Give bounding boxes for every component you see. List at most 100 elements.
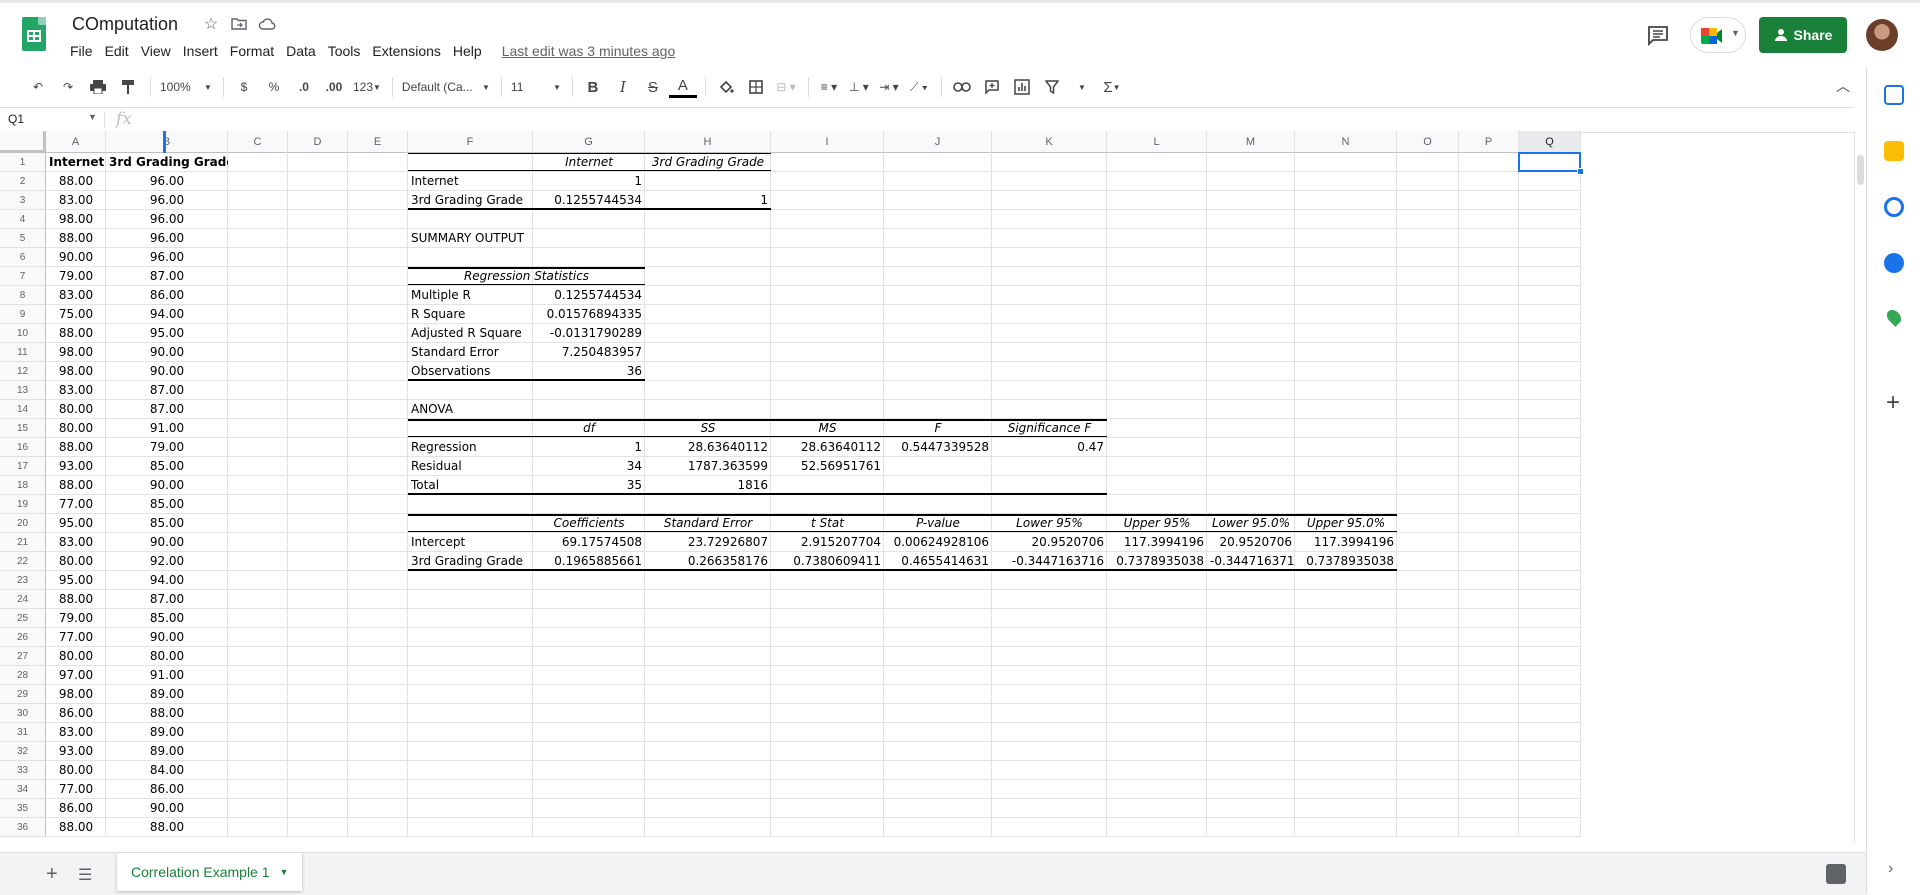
internet-value[interactable]: 83.00 (46, 723, 106, 742)
name-box-caret-icon[interactable]: ▼ (88, 112, 97, 122)
scrollbar-thumb[interactable] (1857, 155, 1864, 185)
avatar[interactable] (1866, 19, 1898, 51)
anova-value[interactable]: 28.63640112 (771, 438, 884, 457)
internet-value[interactable]: 86.00 (46, 704, 106, 723)
internet-value[interactable]: 77.00 (46, 628, 106, 647)
grade-value[interactable]: 92.00 (106, 552, 228, 571)
row-header-4[interactable]: 4 (0, 210, 46, 229)
insert-link-icon[interactable] (948, 75, 976, 99)
row-header-20[interactable]: 20 (0, 514, 46, 533)
text-rotation-icon[interactable]: ⟋ ▾ (905, 75, 933, 99)
internet-value[interactable]: 77.00 (46, 495, 106, 514)
insert-comment-icon[interactable] (978, 75, 1006, 99)
paint-format-icon[interactable] (114, 75, 142, 99)
row-header-10[interactable]: 10 (0, 324, 46, 343)
column-header-m[interactable]: M (1207, 131, 1295, 153)
spreadsheet-grid[interactable]: A B C D E F G H I J K L M N O P Q 1 2 3 4 5 6 7 8 9 10 11 12 13 14 15 16… (0, 131, 1642, 843)
regstat-label[interactable]: Multiple R (408, 286, 533, 305)
regstat-label[interactable]: Adjusted R Square (408, 324, 533, 343)
grade-value[interactable]: 96.00 (106, 191, 228, 210)
selected-cell-q1[interactable] (1518, 152, 1581, 172)
corr-value[interactable]: 1 (533, 172, 645, 191)
keep-icon[interactable] (1884, 141, 1904, 161)
coef-value[interactable]: 23.72926807 (645, 533, 771, 552)
row-header-12[interactable]: 12 (0, 362, 46, 381)
comment-history-icon[interactable] (1646, 23, 1670, 47)
row-header-14[interactable]: 14 (0, 400, 46, 419)
column-header-o[interactable]: O (1397, 131, 1459, 153)
internet-value[interactable]: 83.00 (46, 191, 106, 210)
column-header-p[interactable]: P (1459, 131, 1519, 153)
freeze-column-handle[interactable] (163, 131, 166, 153)
row-header-25[interactable]: 25 (0, 609, 46, 628)
select-all-corner[interactable] (0, 131, 46, 153)
internet-value[interactable]: 79.00 (46, 267, 106, 286)
internet-value[interactable]: 80.00 (46, 761, 106, 780)
coef-value[interactable]: 20.9520706 (992, 533, 1107, 552)
menu-file[interactable]: File (64, 41, 99, 61)
coef-row-label[interactable]: Intercept (408, 533, 533, 552)
tasks-icon[interactable] (1884, 197, 1904, 217)
menu-format[interactable]: Format (224, 41, 280, 61)
column-header-b[interactable]: B (106, 131, 228, 153)
menu-tools[interactable]: Tools (322, 41, 367, 61)
move-folder-icon[interactable] (230, 16, 248, 34)
grade-value[interactable]: 90.00 (106, 343, 228, 362)
row-header-21[interactable]: 21 (0, 533, 46, 552)
sheet-tab-caret-icon[interactable]: ▼ (280, 867, 289, 877)
row-header-32[interactable]: 32 (0, 742, 46, 761)
row-header-36[interactable]: 36 (0, 818, 46, 837)
percent-format-button[interactable]: % (260, 75, 288, 99)
undo-icon[interactable]: ↶ (24, 75, 52, 99)
font-size-select[interactable]: 11 ▼ (508, 75, 564, 99)
italic-icon[interactable]: I (609, 75, 637, 99)
row-header-24[interactable]: 24 (0, 590, 46, 609)
star-icon[interactable]: ☆ (202, 16, 220, 34)
internet-value[interactable]: 77.00 (46, 780, 106, 799)
grade-value[interactable]: 86.00 (106, 286, 228, 305)
print-icon[interactable] (84, 75, 112, 99)
add-addon-icon[interactable]: + (1886, 391, 1900, 415)
grade-value[interactable]: 90.00 (106, 533, 228, 552)
row-header-22[interactable]: 22 (0, 552, 46, 571)
row-header-8[interactable]: 8 (0, 286, 46, 305)
text-color-icon[interactable]: A (668, 77, 697, 98)
menu-view[interactable]: View (135, 41, 177, 61)
grade-value[interactable]: 87.00 (106, 267, 228, 286)
row-header-9[interactable]: 9 (0, 305, 46, 324)
anova-value[interactable]: 0.5447339528 (884, 438, 992, 457)
grade-value[interactable]: 89.00 (106, 685, 228, 704)
row-header-34[interactable]: 34 (0, 780, 46, 799)
meet-button[interactable]: ▼ (1690, 17, 1746, 53)
corr-row-internet[interactable]: Internet (408, 172, 533, 191)
anova-value[interactable]: 34 (533, 457, 645, 476)
column-header-l[interactable]: L (1107, 131, 1207, 153)
column-header-q[interactable]: Q (1519, 131, 1581, 153)
grade-value[interactable]: 85.00 (106, 495, 228, 514)
horizontal-align-icon[interactable]: ≡ ▾ (815, 75, 843, 99)
internet-value[interactable]: 75.00 (46, 305, 106, 324)
column-header-a[interactable]: A (46, 131, 106, 153)
column-header-k[interactable]: K (992, 131, 1107, 153)
grade-value[interactable]: 94.00 (106, 571, 228, 590)
internet-value[interactable]: 88.00 (46, 476, 106, 495)
column-header-f[interactable]: F (408, 131, 533, 153)
row-header-31[interactable]: 31 (0, 723, 46, 742)
decrease-decimal-button[interactable]: .0 (290, 75, 318, 99)
grade-value[interactable]: 91.00 (106, 666, 228, 685)
grade-value[interactable]: 87.00 (106, 381, 228, 400)
column-header-i[interactable]: I (771, 131, 884, 153)
coef-value[interactable]: 69.17574508 (533, 533, 645, 552)
row-header-11[interactable]: 11 (0, 343, 46, 362)
font-select[interactable]: Default (Ca... ▼ (399, 75, 493, 99)
internet-value[interactable]: 83.00 (46, 533, 106, 552)
row-header-27[interactable]: 27 (0, 647, 46, 666)
row-header-1[interactable]: 1 (0, 153, 46, 172)
grade-value[interactable]: 96.00 (106, 210, 228, 229)
zoom-select[interactable]: 100% ▼ (157, 75, 215, 99)
grade-value[interactable]: 86.00 (106, 780, 228, 799)
menu-data[interactable]: Data (280, 41, 322, 61)
anova-value[interactable]: 1 (533, 438, 645, 457)
internet-value[interactable]: 93.00 (46, 457, 106, 476)
row-header-23[interactable]: 23 (0, 571, 46, 590)
